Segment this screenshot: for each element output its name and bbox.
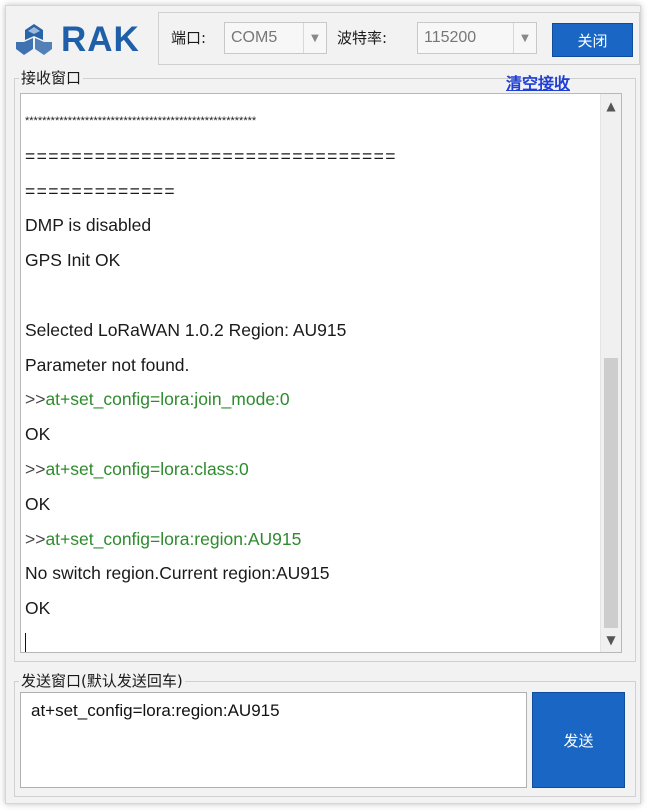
port-label: 端口: bbox=[171, 29, 207, 47]
baud-rate-select[interactable]: 115200 ▼ bbox=[417, 22, 537, 54]
chevron-down-icon[interactable]: ▼ bbox=[513, 23, 536, 53]
chevron-down-icon[interactable]: ▼ bbox=[303, 23, 326, 53]
send-button[interactable]: 发送 bbox=[532, 692, 625, 788]
log-command-line: >>at+set_config=lora:region:AU915 bbox=[25, 522, 599, 557]
send-input[interactable]: at+set_config=lora:region:AU915 bbox=[20, 692, 527, 788]
receive-scrollbar[interactable]: ▲ ▼ bbox=[600, 94, 621, 652]
connection-settings: 端口: COM5 ▼ 波特率: 115200 ▼ 关闭 bbox=[158, 12, 640, 65]
scrollbar-thumb[interactable] bbox=[604, 358, 618, 628]
text-caret bbox=[25, 633, 26, 652]
scroll-down-icon[interactable]: ▼ bbox=[601, 630, 621, 650]
command-prefix: >> bbox=[25, 528, 46, 549]
log-command-line: >>at+set_config=lora:join_mode:0 bbox=[25, 382, 599, 417]
log-line: Selected LoRaWAN 1.0.2 Region: AU915 bbox=[25, 319, 347, 340]
log-line: ****************************************… bbox=[25, 115, 257, 127]
serial-tool-window: RAK 端口: COM5 ▼ 波特率: 115200 ▼ 关闭 接收窗口 清空接… bbox=[5, 5, 641, 804]
input-caret-line bbox=[25, 626, 599, 652]
receive-group-label: 接收窗口 bbox=[19, 67, 84, 88]
send-group-label: 发送窗口(默认发送回车) bbox=[19, 670, 185, 691]
port-select[interactable]: COM5 ▼ bbox=[224, 22, 327, 54]
scroll-up-icon[interactable]: ▲ bbox=[601, 96, 621, 116]
command-text: at+set_config=lora:join_mode:0 bbox=[45, 389, 290, 410]
rak-logo-icon bbox=[16, 24, 52, 55]
baud-rate-label: 波特率: bbox=[337, 29, 388, 47]
log-line: ================================ bbox=[25, 145, 397, 166]
rak-logo: RAK bbox=[12, 22, 152, 58]
close-port-button[interactable]: 关闭 bbox=[552, 23, 633, 57]
clear-receive-link[interactable]: 清空接收 bbox=[506, 70, 570, 94]
log-command-line: >>at+set_config=lora:class:0 bbox=[25, 452, 599, 487]
log-line: GPS Init OK bbox=[25, 250, 121, 271]
log-line: OK bbox=[25, 598, 51, 619]
receive-textarea[interactable]: ****************************************… bbox=[20, 93, 622, 653]
command-prefix: >> bbox=[25, 458, 46, 479]
command-text: at+set_config=lora:region:AU915 bbox=[45, 528, 302, 549]
log-line: ============= bbox=[25, 180, 177, 201]
baud-rate-select-value: 115200 bbox=[424, 29, 477, 46]
log-line: No switch region.Current region:AU915 bbox=[25, 563, 330, 584]
logo-text: RAK bbox=[61, 20, 140, 59]
log-line: OK bbox=[25, 424, 51, 445]
receive-log: ****************************************… bbox=[25, 104, 599, 652]
log-line: OK bbox=[25, 493, 51, 514]
port-select-value: COM5 bbox=[231, 29, 278, 46]
log-line: Parameter not found. bbox=[25, 354, 190, 375]
log-line: DMP is disabled bbox=[25, 215, 152, 236]
command-text: at+set_config=lora:class:0 bbox=[45, 458, 249, 479]
command-prefix: >> bbox=[25, 389, 46, 410]
